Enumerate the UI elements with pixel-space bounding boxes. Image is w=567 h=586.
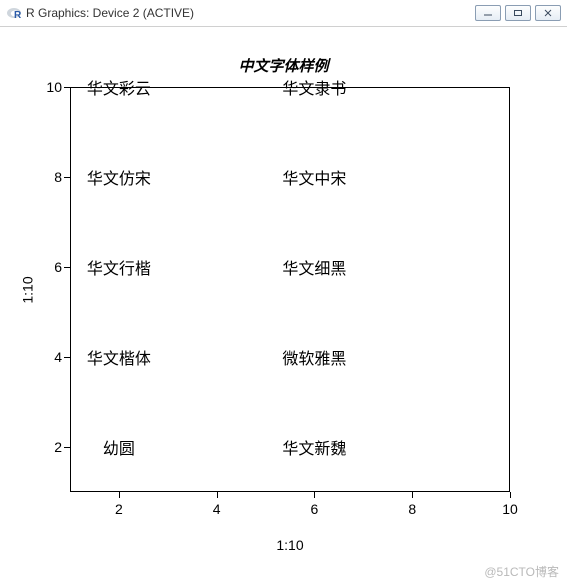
titlebar: R R Graphics: Device 2 (ACTIVE) bbox=[0, 0, 567, 27]
x-tick-label: 2 bbox=[115, 501, 123, 517]
font-sample-label: 华文彩云 bbox=[87, 75, 151, 99]
y-tick bbox=[64, 447, 70, 448]
x-axis-label: 1:10 bbox=[70, 537, 510, 553]
font-sample-label: 华文中宋 bbox=[282, 165, 346, 189]
r-logo-icon: R bbox=[6, 5, 22, 21]
y-tick bbox=[64, 267, 70, 268]
y-tick-label: 2 bbox=[40, 439, 62, 455]
y-tick bbox=[64, 177, 70, 178]
y-tick bbox=[64, 87, 70, 88]
plot-area: 中文字体样例 1:10 1:10 246810246810 华文彩云华文仿宋华文… bbox=[0, 27, 567, 586]
watermark: @51CTO博客 bbox=[484, 563, 559, 580]
x-tick bbox=[412, 492, 413, 498]
window-buttons bbox=[475, 5, 561, 21]
y-tick bbox=[64, 357, 70, 358]
x-tick-label: 4 bbox=[213, 501, 221, 517]
font-sample-label: 微软雅黑 bbox=[282, 345, 346, 369]
x-tick bbox=[510, 492, 511, 498]
x-tick bbox=[217, 492, 218, 498]
window-title: R Graphics: Device 2 (ACTIVE) bbox=[26, 0, 475, 26]
x-tick-label: 10 bbox=[502, 501, 518, 517]
font-sample-label: 华文仿宋 bbox=[87, 165, 151, 189]
font-sample-label: 华文隶书 bbox=[282, 75, 346, 99]
y-tick-label: 6 bbox=[40, 259, 62, 275]
svg-text:R: R bbox=[14, 10, 22, 21]
font-sample-label: 幼圆 bbox=[103, 435, 135, 459]
font-sample-label: 华文新魏 bbox=[282, 435, 346, 459]
minimize-button[interactable] bbox=[475, 5, 501, 21]
font-sample-label: 华文楷体 bbox=[87, 345, 151, 369]
y-tick-label: 8 bbox=[40, 169, 62, 185]
y-tick-label: 4 bbox=[40, 349, 62, 365]
graphics-device-window: R R Graphics: Device 2 (ACTIVE) 中文字体样例 1… bbox=[0, 0, 567, 585]
chart-title: 中文字体样例 bbox=[0, 55, 567, 76]
maximize-button[interactable] bbox=[505, 5, 531, 21]
close-button[interactable] bbox=[535, 5, 561, 21]
x-tick bbox=[119, 492, 120, 498]
x-tick-label: 6 bbox=[311, 501, 319, 517]
font-sample-label: 华文行楷 bbox=[87, 255, 151, 279]
font-sample-label: 华文细黑 bbox=[282, 255, 346, 279]
x-tick-label: 8 bbox=[408, 501, 416, 517]
plot-frame bbox=[70, 87, 510, 492]
y-tick-label: 10 bbox=[40, 79, 62, 95]
x-tick bbox=[314, 492, 315, 498]
y-axis-label: 1:10 bbox=[14, 87, 41, 492]
